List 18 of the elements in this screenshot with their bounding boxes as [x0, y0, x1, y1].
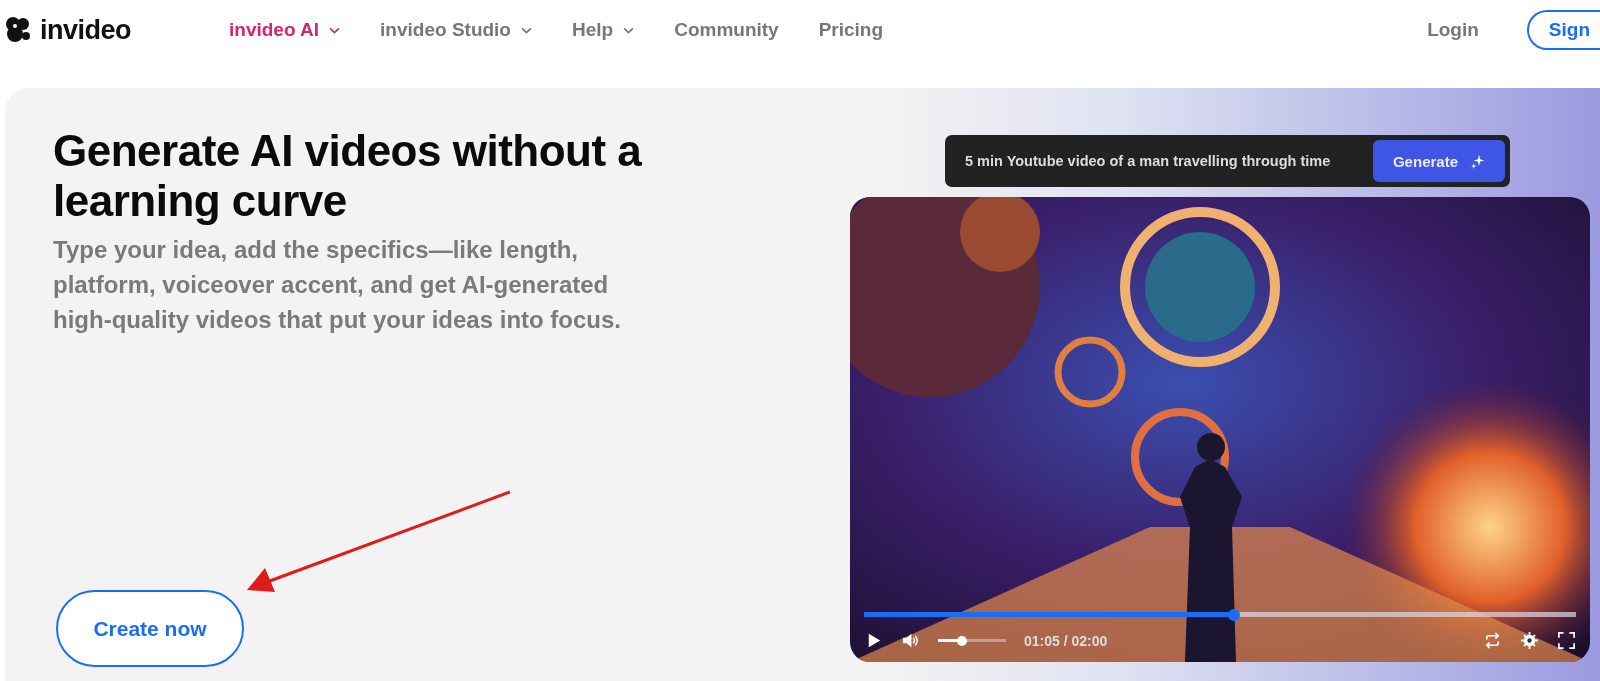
prompt-field[interactable]: 5 min Youtube video of a man travelling through time — [965, 153, 1331, 169]
nav-item[interactable]: Pricing — [818, 19, 884, 41]
time-display: 01:05 / 02:00 — [1024, 632, 1108, 649]
settings-icon[interactable] — [1520, 631, 1539, 650]
hero-description: Type your idea, add the specifics—like length, platform, voiceover accent, and get AI-generated high-quality videos that put your ideas into focus. — [53, 235, 623, 335]
brand-name[interactable]: invideo — [40, 14, 131, 46]
nav-item[interactable]: Help — [572, 19, 635, 41]
fullscreen-icon[interactable] — [1557, 631, 1576, 650]
nav-item[interactable]: invideo Studio — [380, 19, 532, 41]
hero-heading: Generate AI videos without a learning curve — [53, 126, 643, 226]
loop-icon[interactable] — [1483, 631, 1502, 650]
volume-handle[interactable] — [956, 635, 967, 646]
login-link[interactable]: Login — [1427, 19, 1479, 41]
create-now-button[interactable]: Create now — [56, 590, 244, 667]
nav-item[interactable]: invideo AI — [229, 19, 341, 41]
sign-up-button[interactable]: Sign — [1526, 10, 1600, 50]
nav-item[interactable]: Community — [674, 19, 779, 41]
generate-button[interactable]: Generate — [1372, 140, 1505, 182]
